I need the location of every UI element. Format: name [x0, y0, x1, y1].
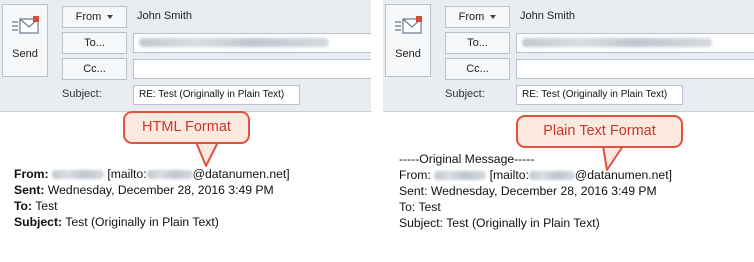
msg-sent-label: Sent: [399, 184, 428, 198]
redacted-address [528, 171, 575, 181]
subject-label: Subject: [62, 88, 102, 100]
redacted-sender [51, 170, 104, 180]
callout-html-format: HTML Format [123, 111, 250, 144]
compose-header: Send From John Smith To... Cc... Subject… [383, 0, 754, 112]
quoted-message: -----Original Message----- From: [mailto… [399, 151, 672, 231]
panel-divider [371, 0, 383, 262]
msg-subject-value: Test (Originally in Plain Text) [446, 216, 600, 230]
compose-window-plain-text: Send From John Smith To... Cc... Subject… [383, 0, 754, 262]
cc-field[interactable] [516, 59, 754, 79]
cc-button[interactable]: Cc... [445, 58, 510, 80]
redacted-sender [434, 171, 487, 181]
msg-subject-label: Subject: [14, 215, 63, 229]
msg-to-value: Test [418, 200, 441, 214]
msg-sent-value: Wednesday, December 28, 2016 3:49 PM [47, 183, 274, 197]
callout-plain-text-format: Plain Text Format [516, 115, 683, 148]
from-button[interactable]: From [62, 6, 127, 28]
quoted-message: From: [mailto: @datanumen.net] Sent: Wedn… [14, 166, 290, 230]
send-label: Send [12, 48, 38, 60]
send-button[interactable]: Send [2, 4, 48, 77]
msg-from-label: From: [14, 167, 49, 181]
msg-from-label: From: [399, 168, 431, 182]
redacted-address [146, 170, 193, 180]
redacted-recipient [522, 37, 712, 47]
redacted-recipient [139, 37, 329, 47]
compose-window-html: Send From John Smith To... Cc... Subject… [0, 0, 371, 262]
compose-header: Send From John Smith To... Cc... Subject… [0, 0, 371, 112]
to-button[interactable]: To... [445, 32, 510, 54]
subject-field[interactable]: RE: Test (Originally in Plain Text) [133, 85, 300, 105]
to-field[interactable] [516, 33, 754, 53]
send-label: Send [395, 48, 421, 60]
send-envelope-icon [395, 16, 422, 34]
from-name: John Smith [137, 10, 193, 22]
from-label: From [458, 11, 485, 23]
msg-mailto-open: [mailto: [107, 167, 147, 181]
to-button[interactable]: To... [62, 32, 127, 54]
msg-to-label: To: [399, 200, 416, 214]
cc-button[interactable]: Cc... [62, 58, 127, 80]
subject-label: Subject: [445, 88, 485, 100]
msg-to-value: Test [35, 199, 58, 213]
from-button[interactable]: From [445, 6, 510, 28]
from-name: John Smith [520, 10, 576, 22]
subject-field[interactable]: RE: Test (Originally in Plain Text) [516, 85, 683, 105]
cc-field[interactable] [133, 59, 371, 79]
from-label: From [75, 11, 102, 23]
msg-mailto-open: [mailto: [489, 168, 529, 182]
send-button[interactable]: Send [385, 4, 431, 77]
dropdown-caret-icon [490, 15, 497, 20]
to-field[interactable] [133, 33, 371, 53]
msg-mailto-domain: @datanumen.net] [574, 168, 672, 182]
msg-sent-label: Sent: [14, 183, 45, 197]
dropdown-caret-icon [107, 15, 114, 20]
send-envelope-icon [12, 16, 39, 34]
msg-subject-label: Subject: [399, 216, 444, 230]
msg-sent-value: Wednesday, December 28, 2016 3:49 PM [430, 184, 657, 198]
msg-subject-value: Test (Originally in Plain Text) [65, 215, 219, 229]
msg-mailto-domain: @datanumen.net] [192, 167, 290, 181]
msg-separator: -----Original Message----- [399, 152, 535, 166]
msg-to-label: To: [14, 199, 33, 213]
